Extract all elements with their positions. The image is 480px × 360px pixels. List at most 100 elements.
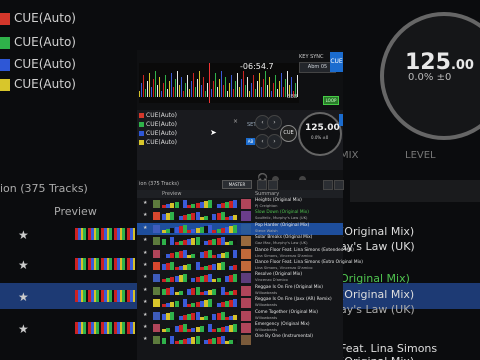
toolbar-button-1[interactable] xyxy=(257,180,267,190)
jog-wheel[interactable] xyxy=(298,112,342,156)
track-artist: Gaz Mac, Murphy's Law (UK) xyxy=(255,241,308,246)
waveform-segment xyxy=(233,215,238,221)
track-title: Pop Harder (Original Mix) xyxy=(255,222,310,228)
overview-waveform[interactable] xyxy=(139,63,299,103)
remaining-time: -06:54.7 xyxy=(240,62,274,71)
track-preview-waveform[interactable] xyxy=(162,274,238,283)
bg-waveform xyxy=(75,322,135,334)
waveform-segment xyxy=(233,299,238,308)
waveform-bar xyxy=(227,91,228,97)
cue-color-swatch xyxy=(0,37,10,49)
star-icon[interactable]: ★ xyxy=(143,237,147,243)
track-row[interactable]: ★ Reggae Is On Fire (Jaxx (AR) Remix) Will… xyxy=(137,297,343,309)
summary-column-header[interactable]: Summary xyxy=(255,191,279,197)
preview-column-header[interactable]: Preview xyxy=(162,191,181,197)
track-preview-waveform[interactable] xyxy=(162,237,238,246)
track-title: Resolve (Original Mix) xyxy=(255,272,303,278)
star-icon[interactable]: ★ xyxy=(143,212,147,218)
ab-button[interactable]: AB xyxy=(246,138,255,145)
track-row[interactable]: ★ Emergency (Original Mix) Willowbeats xyxy=(137,322,343,334)
waveform-bar xyxy=(215,73,216,97)
track-artwork xyxy=(153,336,160,345)
bg-cue-4: CUE(Auto) xyxy=(0,76,120,96)
star-icon[interactable]: ★ xyxy=(143,262,147,268)
star-icon[interactable]: ★ xyxy=(143,200,147,206)
deck-top-bar: -06:54.7 KEY SYNC Abm 05 CUE BBB LOOP xyxy=(137,50,343,110)
waveform-bar xyxy=(191,81,192,97)
star-icon[interactable]: ★ xyxy=(143,324,147,330)
star-icon[interactable]: ★ xyxy=(143,225,147,231)
track-row[interactable]: ★ Resolve (Original Mix) Vincenzo D'amico xyxy=(137,272,343,284)
track-preview-waveform[interactable] xyxy=(162,200,238,208)
mouse-cursor-icon: ➤ xyxy=(210,128,217,137)
waveform-bar xyxy=(185,83,186,97)
track-thumbnail xyxy=(241,310,251,321)
track-artwork xyxy=(153,262,160,270)
toolbar-button-3[interactable] xyxy=(323,180,333,190)
waveform-bar xyxy=(175,79,176,97)
track-row[interactable]: ★ Slow Down (Original Mix) Soulfelic, Murp… xyxy=(137,210,343,222)
track-title: Come Together (Original Mix) xyxy=(255,309,318,315)
star-icon[interactable]: ★ xyxy=(143,274,147,280)
bg-waveform xyxy=(75,290,135,302)
track-preview-waveform[interactable] xyxy=(162,224,238,233)
bg-star-icon: ★ xyxy=(18,322,29,336)
waveform-bar xyxy=(149,73,150,97)
star-icon[interactable]: ★ xyxy=(143,287,147,293)
track-thumbnail xyxy=(241,211,251,222)
star-icon[interactable]: ★ xyxy=(143,312,147,318)
track-row[interactable]: ★ Dance Floor Feat. Lina Simons (Extended… xyxy=(137,248,354,260)
track-preview-waveform[interactable] xyxy=(162,299,238,308)
track-row[interactable]: ★ Pop Harder (Original Mix) Steve Walsh xyxy=(137,222,343,235)
next-icon[interactable]: › xyxy=(267,115,282,130)
track-preview-waveform[interactable] xyxy=(162,311,238,320)
bg-preview-header: Preview xyxy=(54,205,97,218)
jog-cue-button[interactable]: CUE xyxy=(280,125,297,142)
waveform-bar xyxy=(259,73,260,97)
waveform-segment xyxy=(233,324,238,332)
track-preview-waveform[interactable] xyxy=(162,212,238,221)
toolbar-button-4[interactable] xyxy=(334,180,344,190)
close-icon[interactable]: × xyxy=(233,118,238,125)
cue-label: CUE(Auto) xyxy=(14,11,76,25)
waveform-bar xyxy=(279,81,280,97)
playhead-marker[interactable] xyxy=(209,63,210,103)
waveform-bar xyxy=(183,91,184,97)
track-preview-waveform[interactable] xyxy=(162,249,238,258)
track-row[interactable]: ★ One By One (Instrumental) xyxy=(137,334,343,346)
track-preview-waveform[interactable] xyxy=(162,262,238,270)
star-icon[interactable]: ★ xyxy=(143,250,147,256)
bg-title: Original Mix) xyxy=(340,272,410,285)
track-artist: Vincenzo D'amico xyxy=(255,278,288,283)
track-preview-waveform[interactable] xyxy=(162,286,238,295)
waveform-bar xyxy=(199,71,200,97)
track-row[interactable]: ★ Solar Breaks (Original Mix) Gaz Mac, Mur… xyxy=(137,235,343,247)
cue-label: CUE(Auto) xyxy=(14,35,76,49)
bg-star-icon: ★ xyxy=(18,258,29,272)
side-scroll-handle[interactable] xyxy=(339,114,343,126)
cue-color-swatch xyxy=(0,13,10,25)
loop-button[interactable]: LOOP xyxy=(323,96,339,105)
master-button[interactable]: MASTER xyxy=(222,180,252,189)
cue-button[interactable]: CUE xyxy=(330,52,343,72)
jog-pitch: 0.0% ±0 xyxy=(311,135,329,140)
track-preview-waveform[interactable] xyxy=(162,336,238,345)
track-preview-waveform[interactable] xyxy=(162,324,238,332)
waveform-bar xyxy=(153,79,154,97)
cue-color-swatch xyxy=(139,140,144,145)
waveform-bar xyxy=(237,73,238,97)
toolbar-button-2[interactable] xyxy=(268,180,278,190)
star-icon[interactable]: ★ xyxy=(143,299,147,305)
star-icon[interactable]: ★ xyxy=(143,336,147,342)
track-row[interactable]: ★ Dance Floor Feat. Lina Simons (Extro Or… xyxy=(137,260,363,272)
track-thumbnail xyxy=(241,323,251,333)
track-title: Emergency (Original Mix) xyxy=(255,322,310,327)
track-row[interactable]: ★ Heights (Original Mix) PJ Creighton xyxy=(137,198,343,210)
waveform-bar xyxy=(239,87,240,97)
track-row[interactable]: ★ Come Together (Original Mix) Willowbeats xyxy=(137,310,343,322)
waveform-bar xyxy=(169,81,170,97)
waveform-bar xyxy=(203,77,204,97)
waveform-bar xyxy=(165,75,166,97)
waveform-bar xyxy=(211,89,212,97)
track-row[interactable]: ★ Reggae Is On Fire (Original Mix) Willowb… xyxy=(137,285,343,297)
